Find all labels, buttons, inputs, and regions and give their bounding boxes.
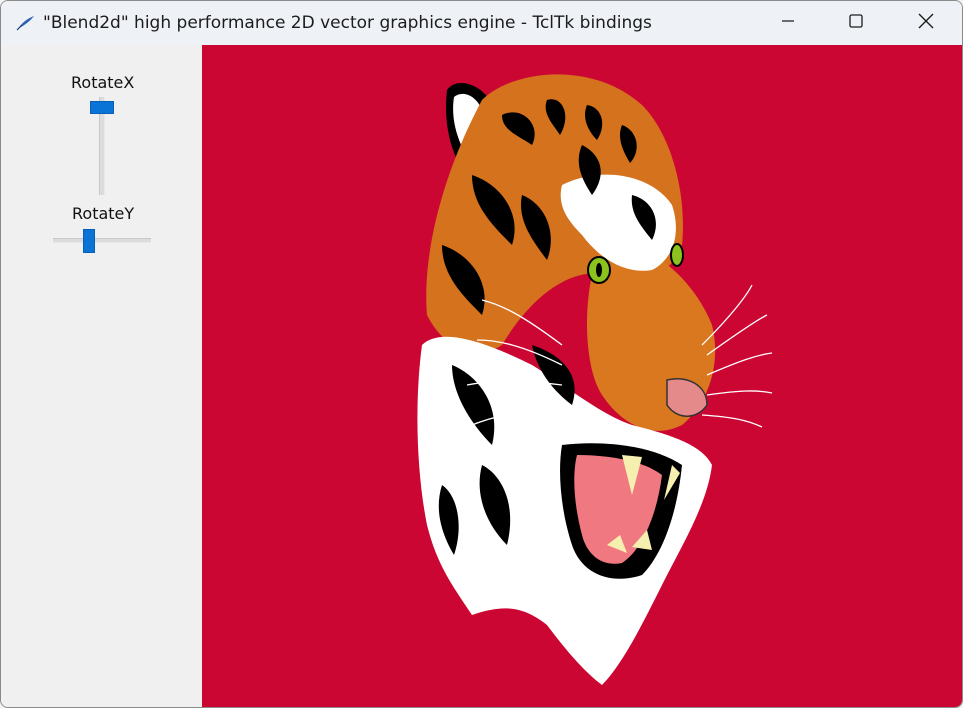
rotate-x-label: RotateX <box>71 73 135 92</box>
maximize-icon <box>848 13 864 33</box>
minimize-icon <box>780 13 796 33</box>
tiger-illustration <box>417 74 773 685</box>
window-title: "Blend2d" high performance 2D vector gra… <box>43 13 652 33</box>
close-button[interactable] <box>891 1 961 45</box>
render-canvas[interactable] <box>202 45 962 707</box>
rotate-x-slider-thumb[interactable] <box>90 101 114 114</box>
rotate-y-label: RotateY <box>72 204 135 223</box>
maximize-button[interactable] <box>821 1 891 45</box>
feather-icon <box>15 14 35 32</box>
rotate-y-slider-thumb[interactable] <box>83 229 95 253</box>
controls-panel: RotateX RotateY <box>1 45 202 707</box>
minimize-button[interactable] <box>753 1 823 45</box>
close-icon <box>917 12 935 34</box>
rotate-y-slider-track[interactable] <box>53 238 151 243</box>
app-window: "Blend2d" high performance 2D vector gra… <box>0 0 963 708</box>
title-bar[interactable]: "Blend2d" high performance 2D vector gra… <box>1 1 962 45</box>
